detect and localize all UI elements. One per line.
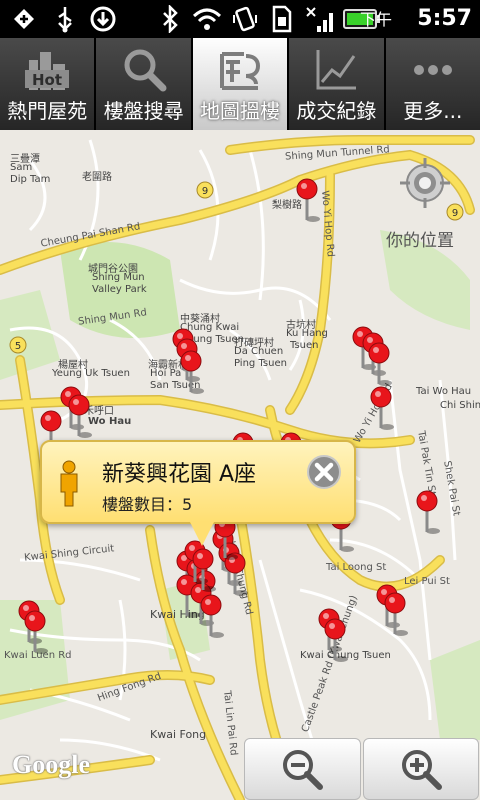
popup-tail xyxy=(190,522,214,546)
tab-bar: Hot 熱門屋苑 樓盤搜尋 地圖搵樓 成交紀錄 更多... xyxy=(0,38,480,130)
search-icon xyxy=(124,49,167,92)
sim-icon xyxy=(268,0,296,38)
tab-label: 更多... xyxy=(403,99,463,123)
map-label: Yeung Uk Tsuen xyxy=(52,368,130,379)
tab-transactions[interactable]: 成交紀錄 xyxy=(289,38,386,130)
tab-label: 地圖搵樓 xyxy=(200,99,281,123)
usb-debug-icon xyxy=(6,0,42,38)
usb-icon xyxy=(50,0,80,38)
map-pin[interactable] xyxy=(370,386,394,430)
map-label: Valley Park xyxy=(92,284,147,295)
tab-label: 樓盤搜尋 xyxy=(103,99,184,123)
download-icon xyxy=(86,0,120,38)
map-pin[interactable] xyxy=(200,594,224,638)
map-label: Tai Wo Hau xyxy=(416,386,472,397)
tab-label: 熱門屋苑 xyxy=(7,99,88,123)
vibrate-icon xyxy=(230,0,260,38)
zoom-out-icon xyxy=(283,750,324,790)
map-pin[interactable] xyxy=(324,618,348,662)
map-pin[interactable] xyxy=(192,548,216,592)
tab-more[interactable]: 更多... xyxy=(385,38,480,130)
map-pin[interactable] xyxy=(296,178,320,222)
map-label: Sam xyxy=(10,162,33,173)
my-location-icon[interactable] xyxy=(400,158,450,208)
wifi-icon xyxy=(190,0,224,38)
map-label: Dip Tam xyxy=(10,174,51,185)
close-icon[interactable] xyxy=(306,454,342,490)
map-pin[interactable] xyxy=(68,394,92,438)
tab-map[interactable]: 地圖搵樓 xyxy=(192,38,290,130)
map-label: Ku Hang xyxy=(286,328,328,339)
tab-label: 成交紀錄 xyxy=(296,99,377,123)
map-label: Shing Mun xyxy=(92,272,145,283)
status-bar: 下午 5:57 xyxy=(0,0,480,38)
map-label: Kwai Fong xyxy=(150,728,207,741)
street-view-person-icon xyxy=(60,460,78,507)
map-label: 老圍路 xyxy=(82,172,112,183)
svg-text:9: 9 xyxy=(452,208,458,219)
road-label: Lei Pui St xyxy=(404,576,450,587)
tab-search[interactable]: 樓盤搜尋 xyxy=(96,38,193,130)
map-pin[interactable] xyxy=(180,350,204,394)
map-label: Wo Hau xyxy=(88,416,132,427)
signal-icon xyxy=(304,0,338,38)
map-pin[interactable] xyxy=(384,592,408,636)
map-label: Ping Tsuen xyxy=(234,358,287,369)
status-time: 5:57 xyxy=(417,6,472,31)
more-icon xyxy=(413,65,452,75)
popup-subtitle: 樓盤數目：5 xyxy=(102,495,193,514)
my-location-label: 你的位置 xyxy=(386,231,454,251)
map-pin[interactable] xyxy=(368,342,392,386)
popup-title: 新葵興花園 A座 xyxy=(102,462,257,487)
hot-buildings-icon: Hot xyxy=(25,52,70,90)
map-pin[interactable] xyxy=(416,490,440,534)
map-label: Chi Shing xyxy=(440,400,480,411)
svg-text:5: 5 xyxy=(15,341,21,352)
zoom-out-button[interactable] xyxy=(244,738,361,800)
zoom-in-button[interactable] xyxy=(362,738,479,800)
map-icon xyxy=(220,52,261,90)
google-logo: Google xyxy=(12,750,90,779)
building-popup[interactable]: 新葵興花園 A座 樓盤數目：5 xyxy=(40,440,356,524)
svg-text:9: 9 xyxy=(202,186,208,197)
svg-text:Hot: Hot xyxy=(32,71,62,89)
map-view[interactable]: 9 9 5 三疊潭 Sam Dip Tam 老圍路 Cheung Pai Sha… xyxy=(0,130,480,800)
tab-hot-buildings[interactable]: Hot 熱門屋苑 xyxy=(0,38,97,130)
status-ampm: 下午 xyxy=(359,10,392,29)
zoom-controls xyxy=(243,738,480,800)
map-label: Da Chuen xyxy=(234,346,284,357)
chart-icon xyxy=(316,50,357,90)
map-pin[interactable] xyxy=(24,610,48,654)
zoom-in-icon xyxy=(401,750,442,790)
map-label: Tsuen xyxy=(290,340,319,351)
bluetooth-icon xyxy=(158,0,182,38)
road-label: Tai Loong St xyxy=(326,562,387,573)
